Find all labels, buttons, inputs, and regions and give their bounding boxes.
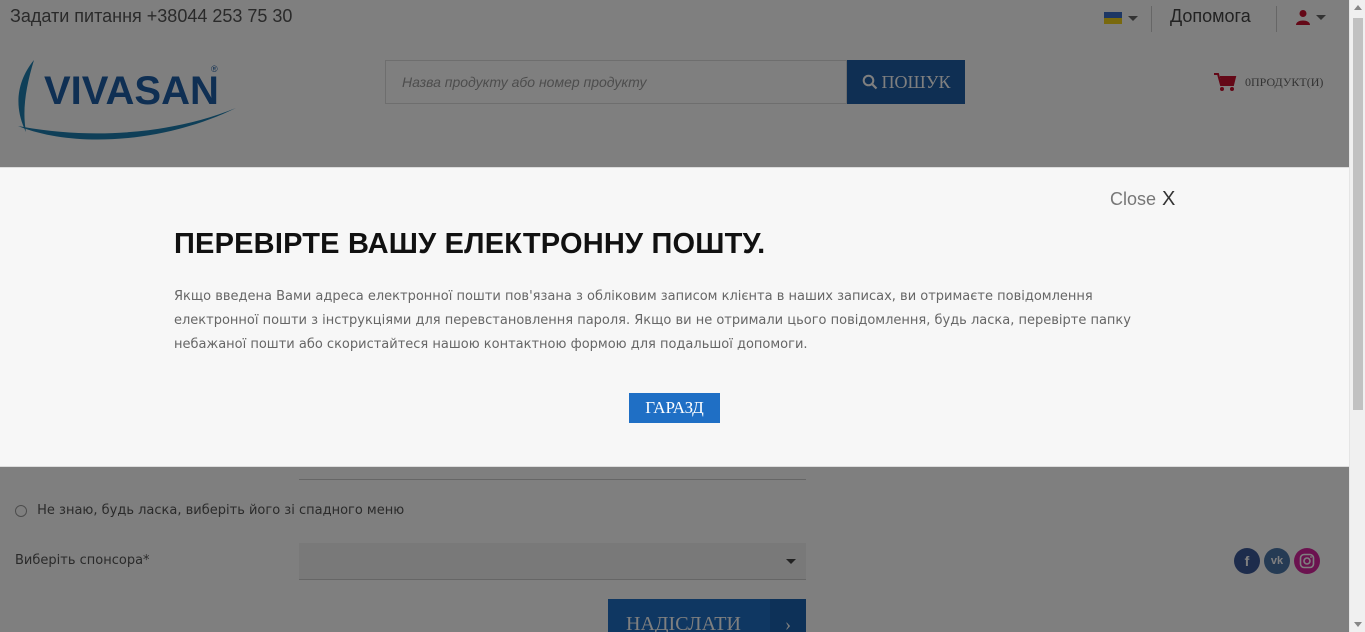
ok-button[interactable]: ГАРАЗД (629, 393, 720, 423)
scrollbar[interactable] (1349, 0, 1365, 632)
scrollbar-thumb[interactable] (1353, 18, 1363, 410)
dialog-message: Якщо введена Вами адреса електронної пош… (174, 289, 1131, 352)
close-label: Close (1110, 189, 1157, 209)
dialog-title: ПЕРЕВІРТЕ ВАШУ ЕЛЕКТРОННУ ПОШТУ. (174, 228, 766, 260)
scroll-up-icon[interactable] (1354, 5, 1362, 10)
close-button[interactable]: Close X (1110, 188, 1175, 211)
close-icon: X (1162, 188, 1176, 210)
scroll-down-icon[interactable] (1354, 622, 1362, 627)
check-email-dialog: Close X ПЕРЕВІРТЕ ВАШУ ЕЛЕКТРОННУ ПОШТУ.… (0, 167, 1349, 467)
